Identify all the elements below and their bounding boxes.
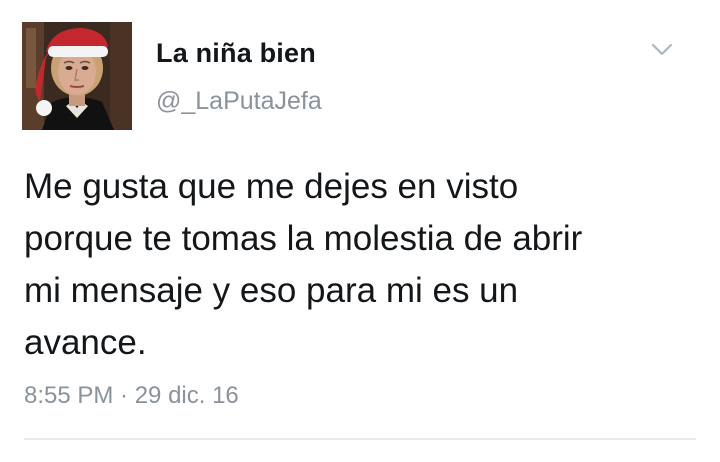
tweet-text-line: mi mensaje y eso para mi es un: [24, 271, 519, 310]
tweet-text-line: avance.: [24, 323, 147, 362]
tweet-timestamp[interactable]: 8:55 PM · 29 dic. 16: [24, 382, 239, 410]
divider: [24, 438, 696, 440]
avatar-image: [22, 22, 132, 130]
author-handle[interactable]: @_LaPutaJefa: [156, 87, 322, 116]
tweet-text-line: Me gusta que me dejes en visto: [24, 167, 519, 206]
author-display-name[interactable]: La niña bien: [156, 38, 316, 69]
tweet-text-line: porque te tomas la molestia de abrir: [24, 219, 583, 258]
tweet-text: Me gusta que me dejes en visto porque te…: [24, 161, 704, 369]
avatar[interactable]: [22, 22, 132, 130]
chevron-down-icon[interactable]: [651, 42, 673, 58]
